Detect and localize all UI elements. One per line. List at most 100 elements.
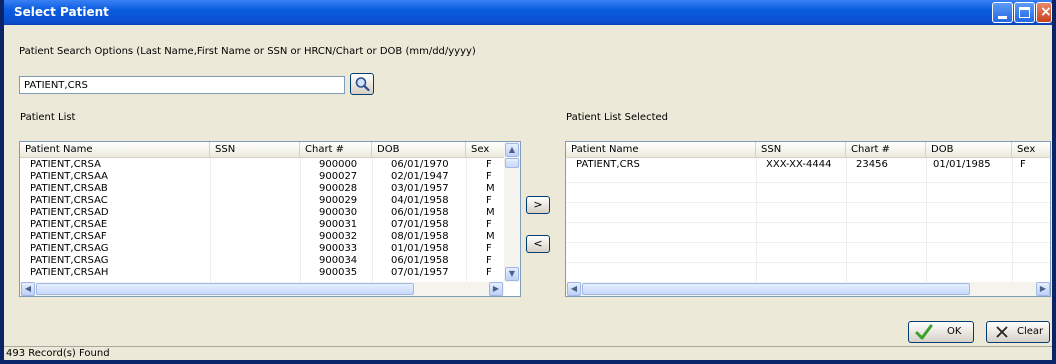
column-divider xyxy=(300,158,301,282)
patient-search-input[interactable] xyxy=(19,76,345,94)
patient-list-horizontal-scrollbar[interactable]: ◀ ▶ xyxy=(20,282,504,296)
clear-button[interactable]: Clear xyxy=(986,321,1050,343)
cell-chart: 900031 xyxy=(319,219,358,230)
column-divider xyxy=(846,158,847,282)
cell-sex: F xyxy=(486,255,492,266)
cell-patient-name: PATIENT,CRSAB xyxy=(30,183,108,194)
column-divider xyxy=(1012,158,1013,282)
maximize-button[interactable] xyxy=(1014,2,1035,23)
record-count-status: 493 Record(s) Found xyxy=(6,348,110,359)
add-selected-button[interactable]: > xyxy=(526,196,550,214)
patient-list-grid[interactable]: Patient Name SSN Chart # DOB Sex PATIENT… xyxy=(19,141,521,297)
status-bar: 493 Record(s) Found xyxy=(4,346,1052,360)
cell-sex: F xyxy=(486,171,492,182)
cell-ssn xyxy=(210,255,300,267)
patient-list-selected-grid[interactable]: Patient Name SSN Chart # DOB Sex PATIENT… xyxy=(565,141,1051,297)
x-icon xyxy=(996,326,1008,338)
checkmark-icon xyxy=(915,324,933,340)
cell-patient-name: PATIENT,CRS xyxy=(576,159,640,170)
cell-ssn: XXX-XX-4444 xyxy=(766,159,832,170)
scroll-up-icon[interactable]: ▲ xyxy=(505,143,519,157)
cell-patient-name: PATIENT,CRSAG xyxy=(30,243,109,254)
cell-chart: 900030 xyxy=(319,207,358,218)
cell-ssn xyxy=(210,207,300,219)
cell-ssn xyxy=(210,195,300,207)
scroll-right-icon[interactable]: ▶ xyxy=(489,282,503,296)
column-divider xyxy=(372,158,373,282)
cell-sex: F xyxy=(486,219,492,230)
cell-patient-name: PATIENT,CRSAG xyxy=(30,255,109,266)
cell-dob: 03/01/1957 xyxy=(391,183,449,194)
column-header-patient-name[interactable]: Patient Name xyxy=(20,142,210,158)
scroll-left-icon[interactable]: ◀ xyxy=(567,282,581,296)
cell-sex: M xyxy=(486,207,495,218)
cell-chart: 900028 xyxy=(319,183,358,194)
cell-dob: 01/01/1985 xyxy=(933,159,991,170)
column-header-chart[interactable]: Chart # xyxy=(846,142,926,158)
clear-label: Clear xyxy=(1017,326,1044,337)
cell-dob: 04/01/1958 xyxy=(391,195,449,206)
search-options-label: Patient Search Options (Last Name,First … xyxy=(19,46,476,57)
cell-ssn xyxy=(210,267,300,279)
cell-sex: F xyxy=(486,267,492,278)
magnifier-icon xyxy=(355,77,370,92)
cell-chart: 23456 xyxy=(856,159,888,170)
cell-sex: M xyxy=(486,231,495,242)
cell-sex: F xyxy=(486,243,492,254)
cell-patient-name: PATIENT,CRSAA xyxy=(30,171,109,182)
cell-ssn xyxy=(210,159,300,171)
ok-button[interactable]: OK xyxy=(908,321,974,343)
search-button[interactable] xyxy=(350,73,374,95)
patient-list-vertical-scrollbar[interactable]: ▲ ▼ xyxy=(504,142,520,282)
cell-patient-name: PATIENT,CRSAF xyxy=(30,231,107,242)
column-header-chart[interactable]: Chart # xyxy=(300,142,372,158)
maximize-icon xyxy=(1019,7,1030,18)
scroll-thumb[interactable] xyxy=(36,283,414,295)
patient-list-selected-label: Patient List Selected xyxy=(566,112,669,123)
scroll-left-icon[interactable]: ◀ xyxy=(21,282,35,296)
close-icon: × xyxy=(1040,4,1052,20)
cell-dob: 07/01/1958 xyxy=(391,219,449,230)
close-button[interactable]: × xyxy=(1036,2,1052,23)
cell-chart: 900034 xyxy=(319,255,358,266)
remove-selected-button[interactable]: < xyxy=(526,235,550,253)
row-divider xyxy=(566,222,1050,223)
cell-dob: 06/01/1958 xyxy=(391,255,449,266)
cell-ssn xyxy=(210,219,300,231)
cell-sex: M xyxy=(486,183,495,194)
patient-list-header: Patient Name SSN Chart # DOB Sex xyxy=(20,142,520,158)
cell-chart: 900032 xyxy=(319,231,358,242)
row-divider xyxy=(566,262,1050,263)
column-header-dob[interactable]: DOB xyxy=(926,142,1012,158)
column-header-dob[interactable]: DOB xyxy=(372,142,466,158)
column-divider xyxy=(466,158,467,282)
cell-sex: F xyxy=(486,195,492,206)
cell-ssn xyxy=(210,243,300,255)
patient-list-label: Patient List xyxy=(20,112,76,123)
scroll-down-icon[interactable]: ▼ xyxy=(505,267,519,281)
cell-ssn xyxy=(210,231,300,243)
cell-ssn xyxy=(210,183,300,195)
column-header-ssn[interactable]: SSN xyxy=(210,142,300,158)
title-bar[interactable]: Select Patient × xyxy=(4,0,1052,25)
scroll-right-icon[interactable]: ▶ xyxy=(1036,282,1050,296)
minimize-button[interactable] xyxy=(992,2,1013,23)
cell-sex: F xyxy=(1020,159,1026,170)
scroll-thumb[interactable] xyxy=(582,283,970,295)
cell-dob: 06/01/1970 xyxy=(391,159,449,170)
scroll-thumb[interactable] xyxy=(505,158,519,168)
column-header-ssn[interactable]: SSN xyxy=(756,142,846,158)
cell-patient-name: PATIENT,CRSAD xyxy=(30,207,109,218)
cell-patient-name: PATIENT,CRSAE xyxy=(30,219,108,230)
row-divider xyxy=(566,202,1050,203)
ok-label: OK xyxy=(947,326,962,337)
row-divider xyxy=(566,242,1050,243)
minimize-icon xyxy=(998,16,1007,19)
selected-list-horizontal-scrollbar[interactable]: ◀ ▶ xyxy=(566,282,1050,296)
cell-dob: 07/01/1957 xyxy=(391,267,449,278)
column-header-sex[interactable]: Sex xyxy=(466,142,506,158)
column-header-sex[interactable]: Sex xyxy=(1012,142,1050,158)
cell-ssn xyxy=(210,171,300,183)
column-header-patient-name[interactable]: Patient Name xyxy=(566,142,756,158)
cell-chart: 900027 xyxy=(319,171,358,182)
